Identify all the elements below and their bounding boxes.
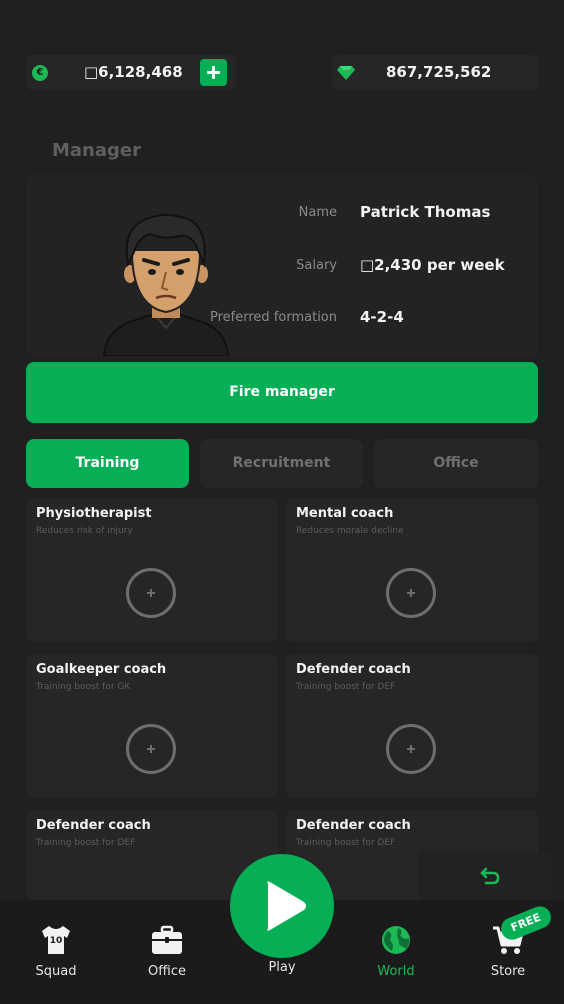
staff-desc: Training boost for DEF (296, 682, 396, 692)
formation-label: Preferred formation (210, 310, 337, 325)
staff-card-defender-coach[interactable]: Defender coach Training boost for DEF (286, 654, 538, 798)
staff-desc: Training boost for DEF (36, 838, 136, 848)
globe-icon (382, 926, 410, 954)
nav-label-world: World (377, 964, 415, 979)
tab-recruitment[interactable]: Recruitment (200, 439, 363, 488)
jersey-icon: 10 (42, 926, 70, 954)
add-staff-icon[interactable] (386, 568, 436, 618)
nav-squad[interactable]: 10 Squad (11, 924, 101, 979)
briefcase-icon (152, 925, 182, 954)
coins-value: □6,128,468 (84, 63, 183, 81)
staff-desc: Reduces risk of injury (36, 526, 133, 536)
nav-label-store: Store (490, 964, 526, 979)
coins-bar: □6,128,468 (26, 55, 236, 90)
salary-label: Salary (296, 258, 337, 273)
salary-value: □2,430 per week (360, 256, 505, 274)
nav-label-squad: Squad (35, 964, 77, 979)
staff-title: Defender coach (36, 818, 151, 833)
nav-world[interactable]: World (351, 924, 441, 979)
undo-button[interactable] (418, 852, 554, 900)
play-button[interactable] (230, 854, 334, 958)
manager-card: Name Patrick Thomas Salary □2,430 per we… (26, 174, 538, 356)
add-staff-icon[interactable] (386, 724, 436, 774)
gem-icon (337, 66, 355, 80)
jersey-number: 10 (50, 936, 63, 946)
staff-title: Defender coach (296, 662, 411, 677)
add-staff-icon[interactable] (126, 724, 176, 774)
add-staff-icon[interactable] (126, 568, 176, 618)
fire-manager-button[interactable]: Fire manager (26, 362, 538, 423)
staff-title: Physiotherapist (36, 506, 152, 521)
staff-card-physiotherapist[interactable]: Physiotherapist Reduces risk of injury (26, 498, 278, 642)
name-label: Name (298, 205, 337, 220)
staff-card-goalkeeper-coach[interactable]: Goalkeeper coach Training boost for GK (26, 654, 278, 798)
name-value: Patrick Thomas (360, 203, 491, 221)
staff-title: Defender coach (296, 818, 411, 833)
nav-label-office: Office (148, 964, 186, 979)
manager-avatar (102, 214, 230, 356)
formation-value: 4-2-4 (360, 308, 404, 326)
tab-training[interactable]: Training (26, 439, 189, 488)
staff-title: Goalkeeper coach (36, 662, 167, 677)
staff-desc: Training boost for GK (36, 682, 131, 692)
staff-desc: Training boost for DEF (296, 838, 396, 848)
play-icon (267, 881, 306, 931)
section-title: Manager (52, 140, 141, 161)
coin-icon (32, 65, 48, 81)
tab-office[interactable]: Office (374, 439, 538, 488)
nav-office[interactable]: Office (122, 924, 212, 979)
gems-bar: 867,725,562 (332, 55, 538, 90)
staff-desc: Reduces morale decline (296, 526, 404, 536)
gems-value: 867,725,562 (386, 63, 492, 81)
staff-card-mental-coach[interactable]: Mental coach Reduces morale decline (286, 498, 538, 642)
staff-title: Mental coach (296, 506, 394, 521)
undo-icon (480, 867, 500, 885)
nav-label-play: Play (268, 960, 296, 975)
add-coins-button[interactable] (200, 59, 227, 86)
